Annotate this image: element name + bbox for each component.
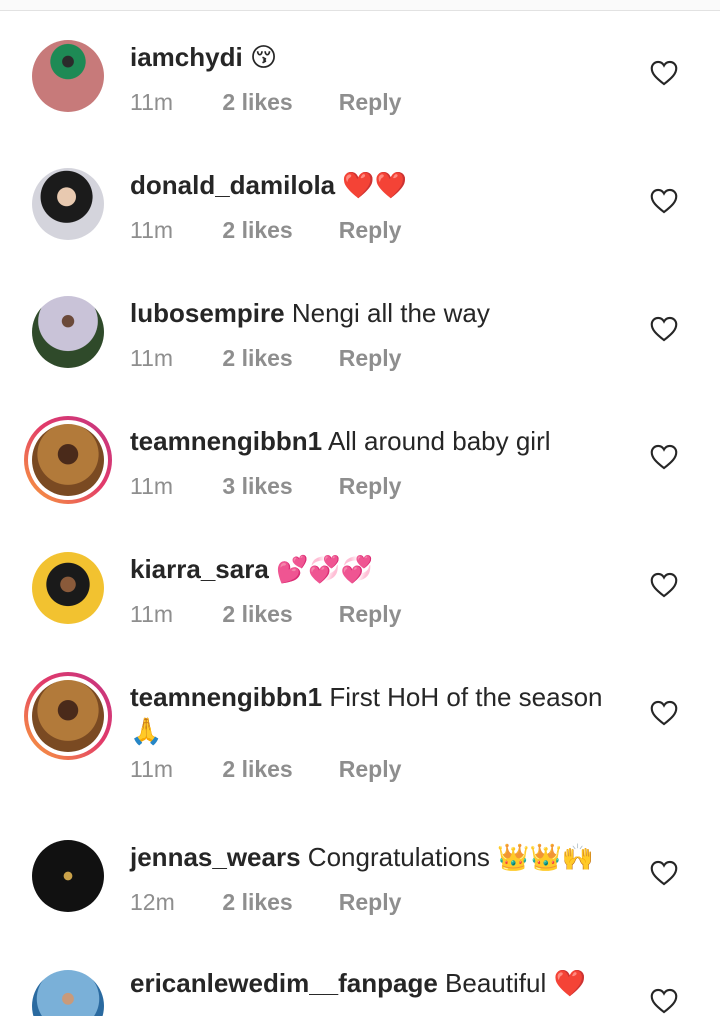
comment-username[interactable]: teamnengibbn1 bbox=[130, 682, 322, 712]
comment-time: 11m bbox=[130, 217, 174, 243]
comment-username[interactable]: iamchydi bbox=[130, 42, 243, 72]
comment-likes[interactable]: 2 likes bbox=[222, 887, 332, 917]
comment-text: All around baby girl bbox=[327, 426, 551, 456]
heart-outline-icon[interactable] bbox=[650, 60, 678, 86]
top-divider bbox=[0, 0, 720, 11]
avatar[interactable] bbox=[32, 296, 104, 368]
comment-text: Beautiful ❤️ bbox=[445, 968, 586, 998]
avatar[interactable] bbox=[32, 840, 104, 912]
comment-username[interactable]: teamnengibbn1 bbox=[130, 426, 322, 456]
comment-text: ❤️❤️ bbox=[342, 170, 408, 200]
comment-likes[interactable]: 2 likes bbox=[222, 215, 332, 245]
avatar[interactable] bbox=[32, 40, 104, 112]
avatar bbox=[32, 424, 104, 496]
avatar[interactable] bbox=[32, 168, 104, 240]
comment-text: First HoH of the season bbox=[329, 682, 603, 712]
comment-username[interactable]: kiarra_sara bbox=[130, 554, 269, 584]
avatar[interactable] bbox=[32, 552, 104, 624]
comment-username[interactable]: lubosempire bbox=[130, 298, 285, 328]
comment-time: 11m bbox=[130, 89, 174, 115]
reply-button[interactable]: Reply bbox=[339, 87, 402, 117]
heart-outline-icon[interactable] bbox=[650, 572, 678, 598]
avatar[interactable] bbox=[32, 970, 104, 1016]
avatar-story-ring[interactable] bbox=[24, 416, 112, 504]
reply-button[interactable]: Reply bbox=[339, 887, 402, 917]
comment-time: 11m bbox=[130, 473, 174, 499]
comment-likes[interactable]: 2 likes bbox=[222, 599, 332, 629]
comment-text: Congratulations 👑👑🙌 bbox=[307, 842, 595, 872]
reply-button[interactable]: Reply bbox=[339, 599, 402, 629]
comment-likes[interactable]: 2 likes bbox=[222, 754, 332, 784]
avatar bbox=[32, 680, 104, 752]
comment-item: ericanlewedim__fanpage Beautiful ❤️ bbox=[0, 966, 720, 1016]
comment-text-continued: 🙏 bbox=[130, 716, 163, 746]
reply-button[interactable]: Reply bbox=[339, 343, 402, 373]
reply-button[interactable]: Reply bbox=[339, 754, 402, 784]
reply-button[interactable]: Reply bbox=[339, 471, 402, 501]
comment-text: Nengi all the way bbox=[291, 298, 490, 328]
comment-time: 11m bbox=[130, 756, 174, 782]
comment-time: 11m bbox=[130, 601, 174, 627]
heart-outline-icon[interactable] bbox=[650, 860, 678, 886]
heart-outline-icon[interactable] bbox=[650, 316, 678, 342]
heart-outline-icon[interactable] bbox=[650, 188, 678, 214]
reply-button[interactable]: Reply bbox=[339, 215, 402, 245]
comment-likes[interactable]: 2 likes bbox=[222, 87, 332, 117]
comment-likes[interactable]: 3 likes bbox=[222, 471, 332, 501]
comment-text: 💕💞💞 bbox=[276, 554, 374, 584]
heart-outline-icon[interactable] bbox=[650, 700, 678, 726]
comment-time: 11m bbox=[130, 345, 174, 371]
comment-username[interactable]: ericanlewedim__fanpage bbox=[130, 968, 438, 998]
comment-text: 😚 bbox=[249, 42, 278, 72]
avatar-story-ring[interactable] bbox=[24, 672, 112, 760]
heart-outline-icon[interactable] bbox=[650, 444, 678, 470]
comment-time: 12m bbox=[130, 889, 175, 915]
comment-username[interactable]: jennas_wears bbox=[130, 842, 301, 872]
comment-username[interactable]: donald_damilola bbox=[130, 170, 335, 200]
comment-likes[interactable]: 2 likes bbox=[222, 343, 332, 373]
heart-outline-icon[interactable] bbox=[650, 988, 678, 1014]
